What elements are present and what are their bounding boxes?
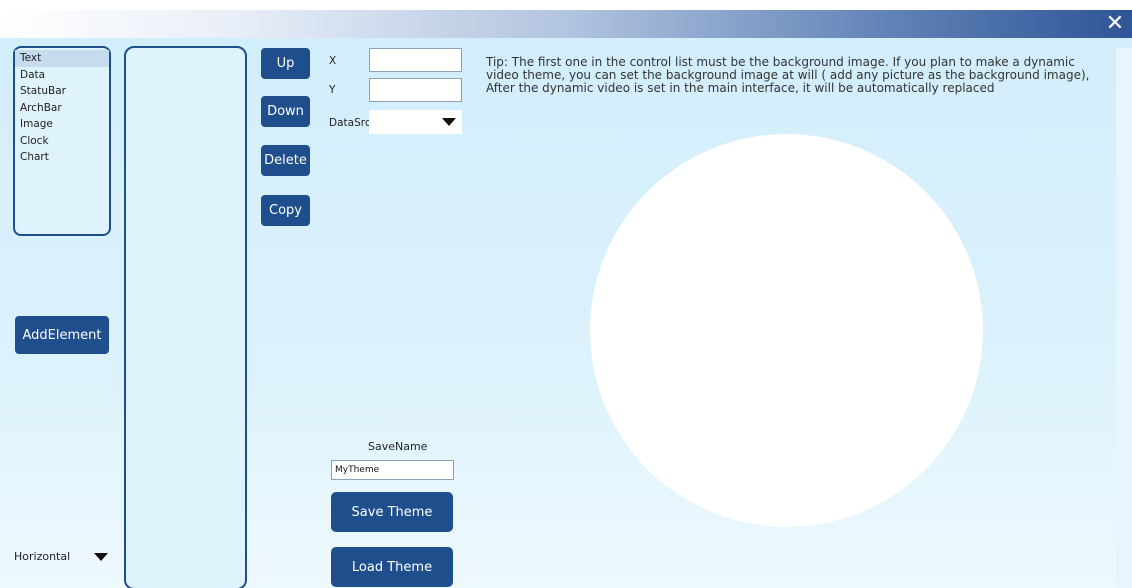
add-element-button[interactable]: AddElement — [15, 316, 109, 354]
orientation-value: Horizontal — [14, 550, 71, 563]
move-up-button[interactable]: Up — [261, 48, 310, 79]
x-input[interactable] — [369, 48, 462, 72]
element-type-list[interactable]: Text Data StatuBar ArchBar Image Clock Chart — [13, 46, 111, 236]
control-list[interactable] — [124, 46, 247, 588]
element-type-item[interactable]: Text — [15, 50, 109, 67]
save-theme-button[interactable]: Save Theme — [331, 492, 453, 532]
x-label: X — [329, 55, 337, 67]
element-type-item[interactable]: Data — [15, 67, 109, 84]
move-down-button[interactable]: Down — [261, 96, 310, 127]
element-type-item[interactable]: ArchBar — [15, 100, 109, 117]
copy-button[interactable]: Copy — [261, 195, 310, 226]
savename-input[interactable]: MyTheme — [331, 460, 454, 480]
load-theme-button[interactable]: Load Theme — [331, 547, 453, 587]
theme-preview[interactable] — [590, 134, 983, 527]
element-type-item[interactable]: StatuBar — [15, 83, 109, 100]
delete-button[interactable]: Delete — [261, 145, 310, 176]
datasrc-label: DataSrc — [329, 117, 371, 129]
tip-text: Tip: The first one in the control list m… — [486, 55, 1090, 95]
element-type-item[interactable]: Chart — [15, 149, 109, 166]
element-type-item[interactable]: Clock — [15, 133, 109, 150]
chevron-down-icon — [442, 118, 456, 126]
title-bar: ✕ — [0, 0, 1132, 38]
title-bar-gradient — [0, 10, 1132, 38]
element-type-item[interactable]: Image — [15, 116, 109, 133]
y-input[interactable] — [369, 78, 462, 102]
chevron-down-icon — [94, 553, 108, 561]
y-label: Y — [329, 84, 336, 96]
theme-editor: Text Data StatuBar ArchBar Image Clock Chart A… — [0, 38, 1132, 588]
close-icon[interactable]: ✕ — [1104, 12, 1126, 36]
savename-label: SaveName — [368, 440, 428, 453]
right-edge-strip — [1116, 48, 1132, 588]
datasrc-select[interactable] — [369, 110, 462, 134]
orientation-select[interactable]: Horizontal — [14, 548, 114, 566]
